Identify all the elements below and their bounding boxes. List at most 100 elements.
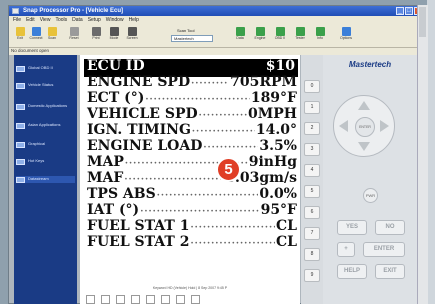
toolbar-button-obd[interactable]: OBD II [273, 27, 287, 41]
info-icon [315, 27, 325, 36]
sidebar-item-hot-keys[interactable]: Hot Keys [16, 158, 75, 165]
number-key-9[interactable]: 9 [304, 269, 320, 282]
toolbar-button-screen[interactable]: Screen [125, 27, 139, 41]
toolbar-button-connect[interactable]: Connect [29, 27, 43, 41]
enter-button[interactable]: ENTER [363, 242, 405, 257]
connect-icon [31, 27, 41, 36]
maximize-button[interactable]: □ [405, 7, 413, 15]
direction-pad: ENTER [333, 95, 395, 157]
vehicle-icon [16, 83, 25, 89]
obd-icon [16, 66, 25, 72]
dpad-enter-button[interactable]: ENTER [355, 117, 375, 137]
data-row: FUEL STAT 2·····························… [87, 234, 297, 250]
menu-edit[interactable]: Edit [26, 16, 35, 25]
menu-help[interactable]: Help [129, 16, 139, 25]
help-button[interactable]: HELP [337, 264, 367, 279]
exit-button[interactable]: EXIT [375, 264, 405, 279]
engine-icon [255, 27, 265, 36]
toolbar: Exit Connect Scan Reset Print Mode Scree… [9, 25, 424, 48]
number-key-7[interactable]: 7 [304, 227, 320, 240]
keys-icon [16, 159, 25, 165]
sidebar: Global OBD II Vehicle Status Domestic Ap… [14, 55, 77, 304]
number-key-1[interactable]: 1 [304, 101, 320, 114]
status-text: No document open [11, 48, 50, 53]
soft-key[interactable] [191, 295, 200, 304]
callout-badge: 5 [216, 157, 241, 182]
sidebar-item-global-obd[interactable]: Global OBD II [16, 65, 75, 72]
options-icon [341, 27, 351, 36]
menu-data[interactable]: Data [72, 16, 83, 25]
number-key-0[interactable]: 0 [304, 80, 320, 93]
menu-setup[interactable]: Setup [88, 16, 101, 25]
toolbar-button-engine[interactable]: Engine [253, 27, 267, 41]
number-key-column: 0 1 2 3 4 5 6 7 8 9 [301, 55, 323, 304]
mode-icon [109, 27, 119, 36]
data-icon [235, 27, 245, 36]
toolbar-button-options[interactable]: Options [339, 27, 353, 41]
plus-button[interactable]: + [337, 242, 355, 257]
toolbar-button-reset[interactable]: Reset [67, 27, 81, 41]
print-icon [91, 27, 101, 36]
toolbar-button-exit[interactable]: Exit [13, 27, 27, 41]
power-button[interactable]: PWR [363, 188, 378, 203]
toolbar-button-data[interactable]: Data [233, 27, 247, 41]
scan-icon [47, 27, 57, 36]
toolbar-button-tester[interactable]: Tester [293, 27, 307, 41]
toolbar-button-scan[interactable]: Scan [45, 27, 59, 41]
soft-key[interactable] [116, 295, 125, 304]
display-footer: Keyword HD (Vehicle) Hold | 8 Sep 2007 9… [152, 286, 228, 290]
scan-tool-select[interactable]: Mastertech [171, 35, 213, 42]
obd-icon [275, 27, 285, 36]
toolbar-button-info[interactable]: Info [313, 27, 327, 41]
number-key-3[interactable]: 3 [304, 143, 320, 156]
arrow-right-button[interactable] [380, 120, 389, 132]
sidebar-item-vehicle-status[interactable]: Vehicle Status [16, 82, 75, 89]
soft-key[interactable] [176, 295, 185, 304]
scrollbar-thumb[interactable] [419, 7, 426, 37]
exit-icon [15, 27, 25, 36]
sidebar-item-datastream[interactable]: Datastream [16, 176, 75, 183]
soft-key[interactable] [131, 295, 140, 304]
window-title: Snap Processor Pro - [Vehicle Ecu] [23, 8, 124, 14]
menu-bar: File Edit View Tools Data Setup Window H… [9, 16, 424, 25]
number-key-8[interactable]: 8 [304, 248, 320, 261]
scan-tool-keypad: Mastertech ENTER PWR YES NO + ENTER HELP… [323, 55, 417, 304]
menu-tools[interactable]: Tools [55, 16, 67, 25]
title-bar[interactable]: Snap Processor Pro - [Vehicle Ecu] _ □ × [9, 6, 424, 16]
soft-key-row [86, 295, 200, 304]
toolbar-button-print[interactable]: Print [89, 27, 103, 41]
datastream-icon [16, 177, 25, 183]
number-key-4[interactable]: 4 [304, 164, 320, 177]
reset-icon [69, 27, 79, 36]
menu-view[interactable]: View [40, 16, 51, 25]
minimize-button[interactable]: _ [396, 7, 404, 15]
menu-window[interactable]: Window [106, 16, 124, 25]
sidebar-item-graphical[interactable]: Graphical [16, 141, 75, 148]
arrow-down-button[interactable] [358, 142, 370, 151]
toolbar-button-mode[interactable]: Mode [107, 27, 121, 41]
graph-icon [16, 142, 25, 148]
number-key-2[interactable]: 2 [304, 122, 320, 135]
tester-icon [295, 27, 305, 36]
screen-icon [127, 27, 137, 36]
domestic-icon [16, 104, 25, 110]
yes-button[interactable]: YES [337, 220, 367, 235]
soft-key[interactable] [101, 295, 110, 304]
soft-key[interactable] [161, 295, 170, 304]
sidebar-item-domestic[interactable]: Domestic Applications [16, 103, 75, 110]
arrow-left-button[interactable] [339, 120, 348, 132]
brand-logo: Mastertech [348, 60, 392, 69]
sidebar-item-asian[interactable]: Asian Applications [16, 122, 75, 129]
scan-tool-display: ECU ID··································… [80, 55, 300, 304]
vertical-scrollbar[interactable] [417, 5, 428, 304]
asian-icon [16, 123, 25, 129]
soft-key[interactable] [86, 295, 95, 304]
combo-label: Scan Tool [177, 28, 195, 33]
app-icon [12, 8, 19, 14]
number-key-6[interactable]: 6 [304, 206, 320, 219]
menu-file[interactable]: File [13, 16, 21, 25]
soft-key[interactable] [146, 295, 155, 304]
no-button[interactable]: NO [375, 220, 405, 235]
number-key-5[interactable]: 5 [304, 185, 320, 198]
arrow-up-button[interactable] [358, 101, 370, 110]
